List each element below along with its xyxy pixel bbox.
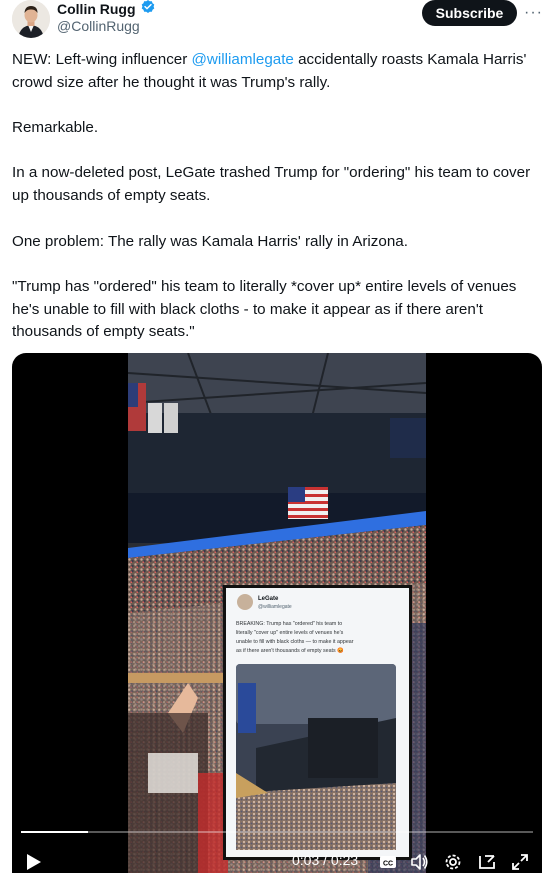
tweet-paragraph: In a now-deleted post, LeGate trashed Tr… — [12, 164, 531, 205]
author-name-row: Collin Rugg — [57, 0, 156, 18]
embedded-post-name: LeGate — [258, 596, 279, 602]
author-name[interactable]: Collin Rugg — [57, 1, 136, 17]
embedded-post-text-line: as if there aren't thousands of empty se… — [236, 647, 344, 654]
play-icon[interactable] — [26, 853, 42, 871]
author-handle[interactable]: @CollinRugg — [57, 18, 140, 34]
tweet-paragraph: "Trump has "ordered" his team to literal… — [12, 277, 517, 341]
tweet-paragraph: Remarkable. — [12, 119, 99, 137]
tweet-paragraph: NEW: Left-wing influencer @williamlegate… — [12, 51, 527, 91]
more-options-icon[interactable]: ··· — [524, 4, 543, 22]
embedded-post-text-line: unable to fill with black cloths — to ma… — [236, 639, 354, 645]
tweet-body: NEW: Left-wing influencer @williamlegate… — [12, 49, 534, 344]
tweet-paragraph: One problem: The rally was Kamala Harris… — [12, 232, 408, 250]
video-controls: 0:03 / 0:23 CC — [12, 819, 542, 873]
subscribe-button[interactable]: Subscribe — [422, 0, 517, 26]
avatar[interactable] — [12, 0, 50, 38]
fullscreen-icon[interactable] — [510, 852, 530, 872]
embedded-post-text-line: BREAKING: Trump has "ordered" his team t… — [236, 621, 342, 627]
picture-in-picture-icon[interactable] — [477, 852, 497, 872]
video-progress-bar[interactable] — [21, 831, 533, 833]
mention-link[interactable]: @williamlegate — [192, 51, 294, 68]
video-progress-fill — [21, 831, 88, 833]
video-time: 0:03 / 0:23 — [292, 852, 359, 868]
tweet-header: Collin Rugg @CollinRugg Subscribe ··· — [0, 0, 543, 46]
embedded-post-handle: @williamlegate — [258, 604, 292, 610]
embedded-post-text-line: literally "cover up" entire levels of ve… — [236, 630, 344, 636]
settings-gear-icon[interactable] — [443, 852, 463, 872]
video-frame[interactable]: LeGate @williamlegate BREAKING: Trump ha… — [128, 353, 426, 873]
video-player[interactable]: LeGate @williamlegate BREAKING: Trump ha… — [12, 353, 542, 873]
verified-badge-icon — [140, 0, 156, 20]
captions-icon[interactable]: CC — [378, 852, 398, 872]
svg-text:CC: CC — [383, 861, 393, 868]
volume-icon[interactable] — [409, 852, 429, 872]
